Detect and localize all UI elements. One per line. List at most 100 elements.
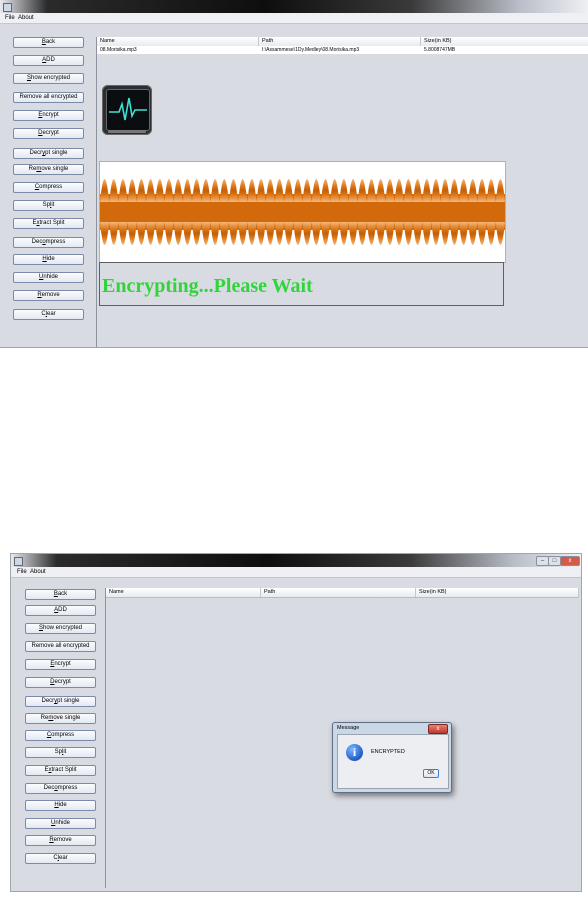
decompress-button[interactable]: Decompress: [13, 237, 84, 248]
column-header-path[interactable]: Path: [259, 37, 421, 46]
button-label-pre: Sp: [42, 202, 50, 208]
info-icon: i: [346, 744, 363, 761]
monitor-icon: [102, 85, 152, 135]
button-label-post: ncrypt: [42, 112, 59, 118]
button-label-post: DD: [46, 57, 55, 63]
button-label-pre: Remove all encrypted: [19, 94, 78, 100]
compress-button[interactable]: Compress: [25, 730, 96, 741]
add-button[interactable]: ADD: [25, 605, 96, 616]
column-header-name[interactable]: Name: [106, 588, 261, 597]
button-label-pre: Decr: [41, 698, 55, 704]
table-header: Name Path Size(in KB): [106, 588, 579, 598]
close-icon[interactable]: x: [560, 556, 580, 566]
button-label-post: ncrypt: [54, 661, 71, 667]
remove-button[interactable]: Remove: [25, 835, 96, 846]
column-header-size[interactable]: Size(in KB): [416, 588, 579, 597]
table-row[interactable]: 08.Morisika.mp3 I:\Assammese\1Dy.Medley\…: [97, 46, 588, 54]
unhide-button[interactable]: Unhide: [13, 272, 84, 283]
button-label-pre: Dec: [43, 785, 55, 791]
app-icon: [14, 557, 23, 566]
button-label-post: ide: [46, 256, 55, 262]
button-label-post: ack: [57, 591, 68, 597]
back-button[interactable]: Back: [25, 589, 96, 600]
show-encrypted-button[interactable]: Show encrypted: [13, 73, 84, 84]
button-label-post: ove single: [53, 715, 81, 721]
button-label-post: pt single: [45, 150, 68, 156]
button-label-post: nhide: [43, 274, 59, 280]
menu-file[interactable]: File: [17, 568, 27, 576]
title-bar: – □ x: [11, 554, 581, 567]
waveform-animation: [99, 161, 506, 263]
hide-button[interactable]: Hide: [13, 254, 84, 265]
decrypt-button[interactable]: Decrypt: [13, 128, 84, 139]
cell-path: I:\Assammese\1Dy.Medley\08.Morisika.mp3: [262, 47, 360, 53]
unhide-button[interactable]: Unhide: [25, 818, 96, 829]
menu-about[interactable]: About: [30, 568, 46, 576]
button-label-post: it: [63, 749, 67, 755]
button-label-post: mpress: [45, 239, 66, 245]
button-label-post: ecrypt: [42, 130, 59, 136]
encrypt-button[interactable]: Encrypt: [13, 110, 84, 121]
cell-name: 08.Morisika.mp3: [100, 47, 137, 53]
button-label-post: how encrypted: [42, 625, 83, 631]
message-dialog: Message x i ENCRYPTED OK: [332, 722, 452, 793]
remove-all-encrypted-button[interactable]: Remove all encrypted: [25, 641, 96, 652]
button-label-post: DD: [58, 607, 67, 613]
column-header-path[interactable]: Path: [261, 588, 416, 597]
decrypt-single-button[interactable]: Decrypt single: [13, 148, 84, 159]
decrypt-single-button[interactable]: Decrypt single: [25, 696, 96, 707]
dialog-message: ENCRYPTED: [371, 749, 405, 755]
clear-button[interactable]: Clear: [25, 853, 96, 864]
menu-file[interactable]: File: [5, 14, 15, 22]
remove-single-button[interactable]: Remove single: [13, 164, 84, 175]
menu-bar: File About: [0, 13, 588, 24]
decrypt-button[interactable]: Decrypt: [25, 677, 96, 688]
button-label-post: emove: [53, 837, 72, 843]
app-window-encrypted: – □ x File About Name Path Size(in KB) M…: [10, 553, 582, 892]
split-button[interactable]: Split: [13, 200, 84, 211]
dialog-close-icon[interactable]: x: [428, 724, 448, 734]
decompress-button[interactable]: Decompress: [25, 783, 96, 794]
button-label-post: ompress: [51, 732, 75, 738]
button-label-post: nhide: [55, 820, 71, 826]
app-window-encrypting: File About Name Path Size(in KB) 08.Mori…: [0, 0, 588, 348]
button-label-post: how encrypted: [30, 75, 71, 81]
extract-split-button[interactable]: Extract Split: [25, 765, 96, 776]
button-label-pre: Remove all encrypted: [31, 643, 90, 649]
button-label-post: pt single: [57, 698, 80, 704]
compress-button[interactable]: Compress: [13, 182, 84, 193]
button-label-post: ack: [45, 39, 56, 45]
dialog-title: Message: [337, 725, 360, 731]
button-label-post: ecrypt: [54, 679, 71, 685]
split-button[interactable]: Split: [25, 747, 96, 758]
encrypt-button[interactable]: Encrypt: [25, 659, 96, 670]
remove-all-encrypted-button[interactable]: Remove all encrypted: [13, 92, 84, 103]
file-table: Name Path Size(in KB) Message x i ENCRYP…: [105, 588, 579, 888]
ok-button[interactable]: OK: [423, 769, 439, 778]
remove-single-button[interactable]: Remove single: [25, 713, 96, 724]
remove-button[interactable]: Remove: [13, 290, 84, 301]
menu-bar: File About: [11, 567, 581, 578]
button-label-pre: Decr: [29, 150, 43, 156]
app-icon: [3, 3, 12, 12]
extract-split-button[interactable]: Extract Split: [13, 218, 84, 229]
column-header-name[interactable]: Name: [97, 37, 259, 46]
button-label-post: mpress: [57, 785, 78, 791]
add-button[interactable]: ADD: [13, 55, 84, 66]
button-label-post: tract Split: [39, 220, 65, 226]
button-label-post: ove single: [41, 166, 69, 172]
button-label-post: emove: [41, 292, 60, 298]
button-label-post: ear: [59, 855, 68, 861]
menu-about[interactable]: About: [18, 14, 34, 22]
button-label-post: ompress: [39, 184, 63, 190]
button-label-post: tract Split: [51, 767, 77, 773]
button-label-post: ear: [47, 311, 56, 317]
column-header-size[interactable]: Size(in KB): [421, 37, 588, 46]
back-button[interactable]: Back: [13, 37, 84, 48]
dialog-body: i ENCRYPTED OK: [337, 734, 449, 789]
clear-button[interactable]: Clear: [13, 309, 84, 320]
cell-size: 5.8008747MB: [424, 47, 456, 53]
show-encrypted-button[interactable]: Show encrypted: [25, 623, 96, 634]
hide-button[interactable]: Hide: [25, 800, 96, 811]
status-panel: Encrypting...Please Wait: [99, 262, 504, 306]
